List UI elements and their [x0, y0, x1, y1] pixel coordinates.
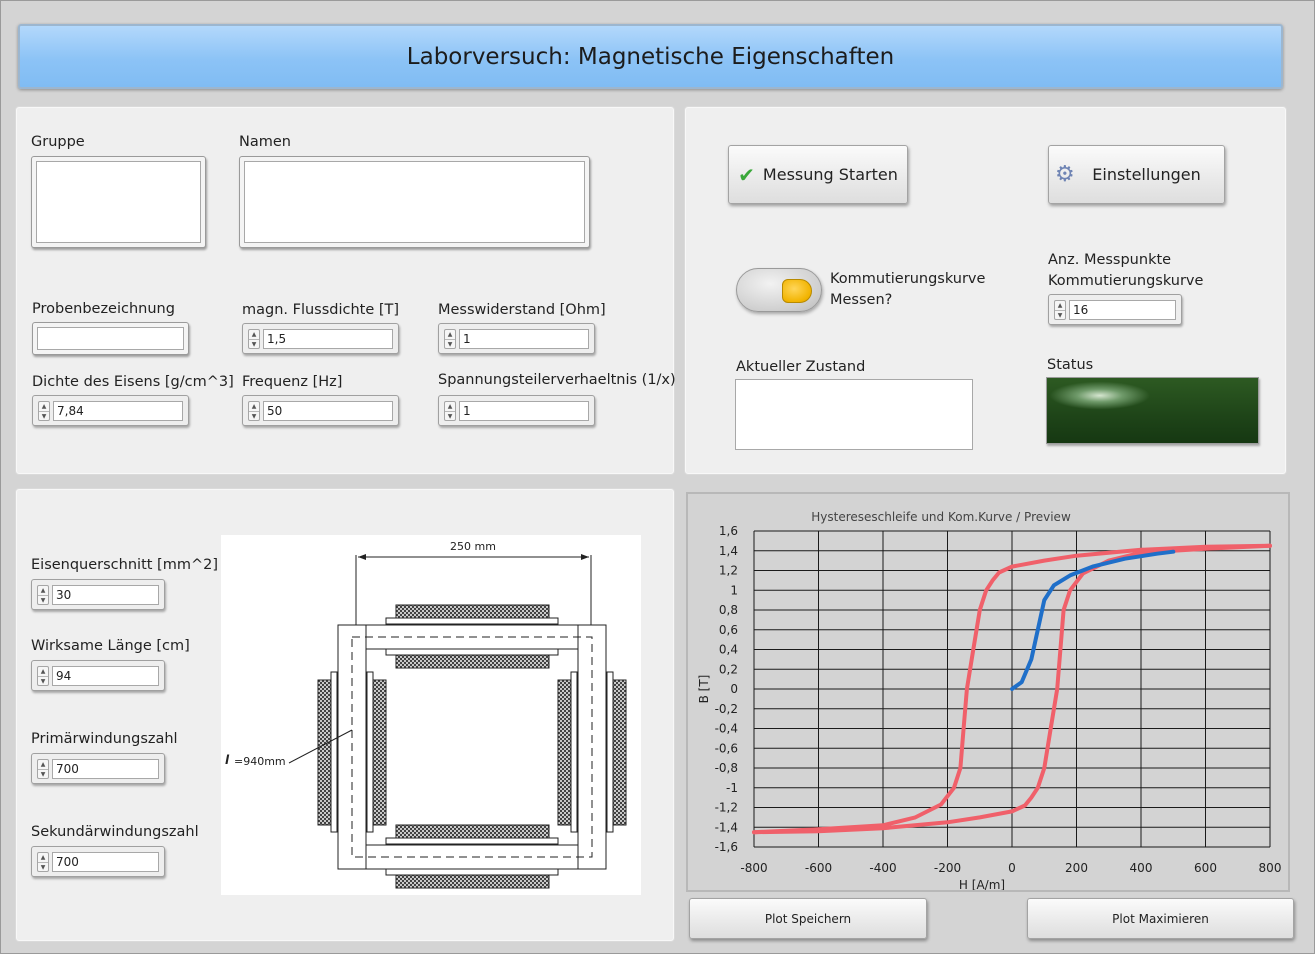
x-tick-label: 400 — [1130, 861, 1153, 875]
spannung-label: Spannungsteilerverhaeltnis (1/x) — [438, 372, 676, 388]
laenge-field[interactable]: 94 — [52, 666, 159, 686]
plot-maximize-button[interactable]: Plot Maximieren — [1027, 898, 1294, 939]
y-tick-label: 1,4 — [719, 544, 738, 558]
fluss-label: magn. Flussdichte [T] — [242, 302, 400, 318]
hysteresis-chart: Hystereseschleife und Kom.Kurve / Previe… — [686, 492, 1290, 892]
x-tick-label: 600 — [1194, 861, 1217, 875]
dichte-field[interactable]: 7,84 — [53, 401, 183, 421]
spannung-field[interactable]: 1 — [459, 401, 589, 421]
freq-field[interactable]: 50 — [263, 401, 393, 421]
messwid-label: Messwiderstand [Ohm] — [438, 302, 606, 318]
spin-buttons[interactable]: ▲ ▼ — [248, 401, 260, 421]
spin-buttons[interactable]: ▲ ▼ — [248, 329, 260, 349]
y-tick-label: 1,6 — [719, 524, 738, 538]
gear-icon: ⚙ — [1055, 162, 1075, 187]
epstein-frame-diagram: 250 mm l =940mm — [221, 535, 641, 895]
komm-label-1: Kommutierungskurve — [830, 271, 986, 287]
namen-label: Namen — [239, 134, 291, 150]
x-tick-label: -200 — [934, 861, 961, 875]
status-indicator — [1046, 377, 1259, 444]
primaer-stepper[interactable]: ▲ ▼ 700 — [31, 753, 165, 784]
spannung-stepper[interactable]: ▲ ▼ 1 — [438, 395, 595, 426]
x-tick-label: 0 — [1008, 861, 1016, 875]
gruppe-label: Gruppe — [31, 134, 85, 150]
spin-buttons[interactable]: ▲ ▼ — [37, 759, 49, 779]
dimension-label: 250 mm — [450, 540, 496, 553]
proben-input[interactable] — [32, 322, 189, 355]
fluss-field[interactable]: 1,5 — [263, 329, 393, 349]
sekundaer-field[interactable]: 700 — [52, 852, 159, 872]
y-tick-label: 1,2 — [719, 564, 738, 578]
anz-label-1: Anz. Messpunkte — [1048, 252, 1172, 268]
komm-label-2: Messen? — [830, 292, 893, 308]
y-axis-label: B [T] — [697, 675, 711, 704]
laenge-stepper[interactable]: ▲ ▼ 94 — [31, 660, 165, 691]
sekundaer-label: Sekundärwindungszahl — [31, 824, 199, 840]
anz-stepper[interactable]: ▲ ▼ 16 — [1048, 294, 1182, 325]
dichte-label: Dichte des Eisens [g/cm^3] — [32, 374, 234, 390]
gruppe-input[interactable] — [31, 156, 206, 248]
spin-buttons[interactable]: ▲ ▼ — [37, 585, 49, 605]
primaer-label: Primärwindungszahl — [31, 731, 178, 747]
y-tick-label: 0,4 — [719, 643, 738, 657]
page-title: Laborversuch: Magnetische Eigenschaften — [18, 24, 1283, 89]
querschnitt-field[interactable]: 30 — [52, 585, 159, 605]
querschnitt-stepper[interactable]: ▲ ▼ 30 — [31, 579, 165, 610]
mean-length-label: =940mm — [234, 755, 286, 768]
dichte-stepper[interactable]: ▲ ▼ 7,84 — [32, 395, 189, 426]
messwid-stepper[interactable]: ▲ ▼ 1 — [438, 323, 595, 354]
y-tick-label: -0,6 — [715, 741, 738, 755]
y-tick-label: -1,2 — [715, 801, 738, 815]
x-tick-label: -400 — [869, 861, 896, 875]
y-tick-label: 0 — [730, 682, 738, 696]
series-line-3 — [1010, 549, 1176, 691]
querschnitt-label: Eisenquerschnitt [mm^2] — [31, 557, 218, 573]
check-icon: ✔ — [738, 162, 755, 187]
x-tick-label: -600 — [805, 861, 832, 875]
y-tick-label: 0,2 — [719, 662, 738, 676]
y-tick-label: 0,6 — [719, 623, 738, 637]
messwid-field[interactable]: 1 — [459, 329, 589, 349]
laenge-label: Wirksame Länge [cm] — [31, 638, 190, 654]
spin-buttons[interactable]: ▲ ▼ — [38, 401, 50, 421]
y-tick-label: -1 — [726, 781, 738, 795]
toggle-led — [782, 279, 812, 303]
x-tick-label: -800 — [740, 861, 767, 875]
y-tick-label: -1,6 — [715, 840, 738, 854]
namen-input[interactable] — [239, 156, 590, 248]
fluss-stepper[interactable]: ▲ ▼ 1,5 — [242, 323, 399, 354]
anz-label-2: Kommutierungskurve — [1048, 273, 1204, 289]
spin-buttons[interactable]: ▲ ▼ — [37, 666, 49, 686]
y-tick-label: 1 — [730, 583, 738, 597]
y-tick-label: -0,4 — [715, 722, 738, 736]
kommutierung-toggle[interactable] — [736, 268, 822, 312]
svg-text:l: l — [225, 753, 230, 767]
x-tick-label: 200 — [1065, 861, 1088, 875]
y-tick-label: -0,2 — [715, 702, 738, 716]
settings-label: Einstellungen — [1092, 165, 1201, 184]
spin-buttons[interactable]: ▲ ▼ — [1054, 300, 1066, 320]
sekundaer-stepper[interactable]: ▲ ▼ 700 — [31, 846, 165, 877]
freq-stepper[interactable]: ▲ ▼ 50 — [242, 395, 399, 426]
y-tick-label: -1,4 — [715, 820, 738, 834]
zustand-display — [735, 379, 973, 450]
spin-buttons[interactable]: ▲ ▼ — [444, 401, 456, 421]
zustand-label: Aktueller Zustand — [736, 359, 866, 375]
proben-label: Probenbezeichnung — [32, 301, 175, 317]
freq-label: Frequenz [Hz] — [242, 374, 343, 390]
start-measurement-button[interactable]: ✔ Messung Starten — [728, 145, 908, 204]
settings-button[interactable]: ⚙ Einstellungen — [1048, 145, 1225, 204]
chart-title: Hystereseschleife und Kom.Kurve / Previe… — [811, 510, 1071, 524]
y-tick-label: -0,8 — [715, 761, 738, 775]
x-axis-label: H [A/m] — [959, 878, 1005, 890]
spin-buttons[interactable]: ▲ ▼ — [444, 329, 456, 349]
primaer-field[interactable]: 700 — [52, 759, 159, 779]
plot-save-button[interactable]: Plot Speichern — [689, 898, 927, 939]
x-tick-label: 800 — [1259, 861, 1282, 875]
status-label: Status — [1047, 357, 1094, 373]
y-tick-label: 0,8 — [719, 603, 738, 617]
spin-buttons[interactable]: ▲ ▼ — [37, 852, 49, 872]
anz-field[interactable]: 16 — [1069, 300, 1176, 320]
start-label: Messung Starten — [762, 165, 898, 184]
